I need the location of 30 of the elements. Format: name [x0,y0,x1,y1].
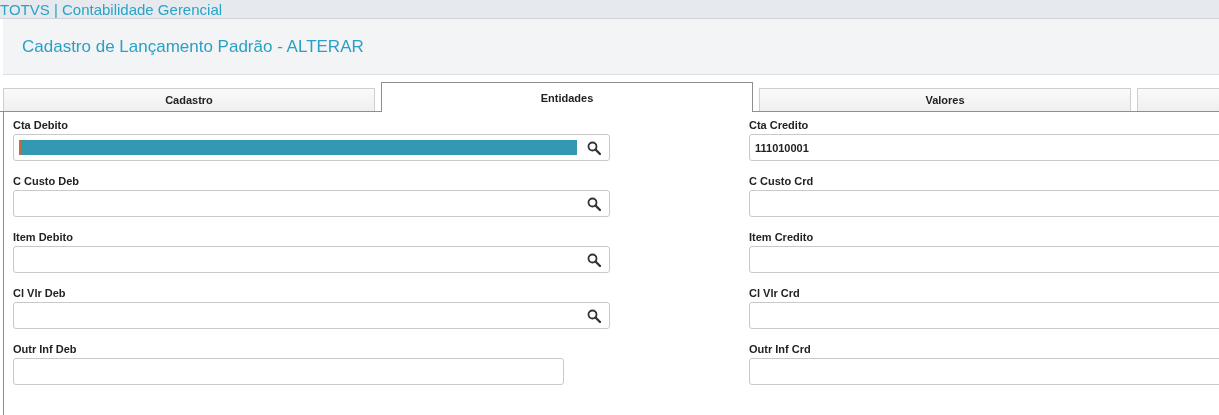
input-field[interactable] [13,358,564,385]
search-icon[interactable] [587,252,601,267]
field-label: Cl Vlr Deb [13,286,67,300]
tab[interactable] [1137,88,1219,111]
app-title: TOTVS | Contabilidade Gerencial [0,0,223,18]
search-icon[interactable] [587,196,601,211]
field-label: Item Debito [13,230,74,244]
search-icon[interactable] [587,308,601,323]
page-title: Cadastro de Lançamento Padrão - ALTERAR [22,36,364,57]
field-label: Cl Vlr Crd [749,286,801,300]
tab[interactable]: Valores [759,88,1131,111]
input-field[interactable]: 111010001 [749,134,1219,161]
input-field[interactable] [13,246,610,273]
input-field[interactable] [13,134,610,161]
field-label: Cta Credito [749,118,810,132]
search-icon[interactable] [587,140,601,155]
input-field[interactable] [749,246,1219,273]
field-label: C Custo Deb [13,174,80,188]
field-label: Outr Inf Deb [13,342,78,356]
input-field[interactable] [13,302,610,329]
field-label: Cta Debito [13,118,69,132]
field-label: Item Credito [749,230,815,244]
input-field[interactable] [13,190,610,217]
tab[interactable]: Entidades [381,82,753,112]
field-label: C Custo Crd [749,174,815,188]
field-label: Outr Inf Crd [749,342,812,356]
input-field[interactable] [749,358,1219,385]
tab[interactable]: Cadastro [3,88,375,111]
input-field[interactable] [749,302,1219,329]
input-field[interactable] [749,190,1219,217]
